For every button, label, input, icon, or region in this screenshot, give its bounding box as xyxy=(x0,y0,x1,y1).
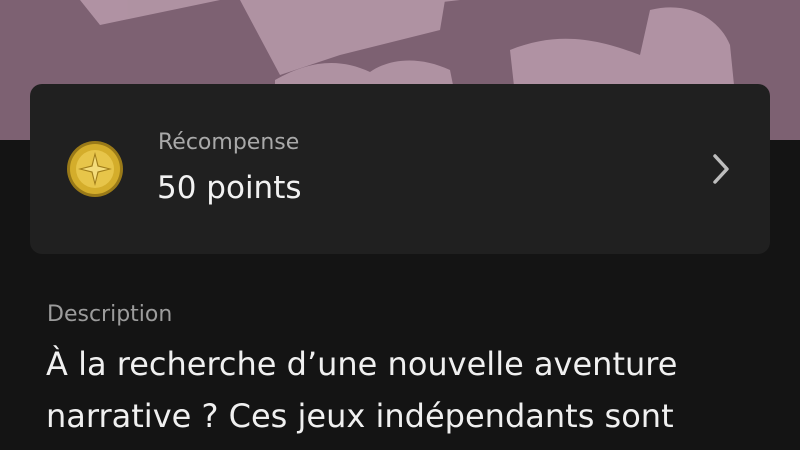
reward-label: Récompense xyxy=(158,130,300,155)
page: Récompense 50 points Description À la re… xyxy=(0,0,800,450)
description-line: narrative ? Ces jeux indépendants sont xyxy=(46,397,674,435)
description-label: Description xyxy=(47,302,173,327)
description-line: À la recherche d’une nouvelle aventure xyxy=(46,345,678,383)
description-text: À la recherche d’une nouvelle aventure n… xyxy=(46,338,766,442)
reward-value: 50 points xyxy=(157,170,302,206)
reward-card[interactable]: Récompense 50 points xyxy=(30,84,770,254)
star-coin-icon xyxy=(67,141,123,197)
chevron-right-icon xyxy=(713,154,729,184)
